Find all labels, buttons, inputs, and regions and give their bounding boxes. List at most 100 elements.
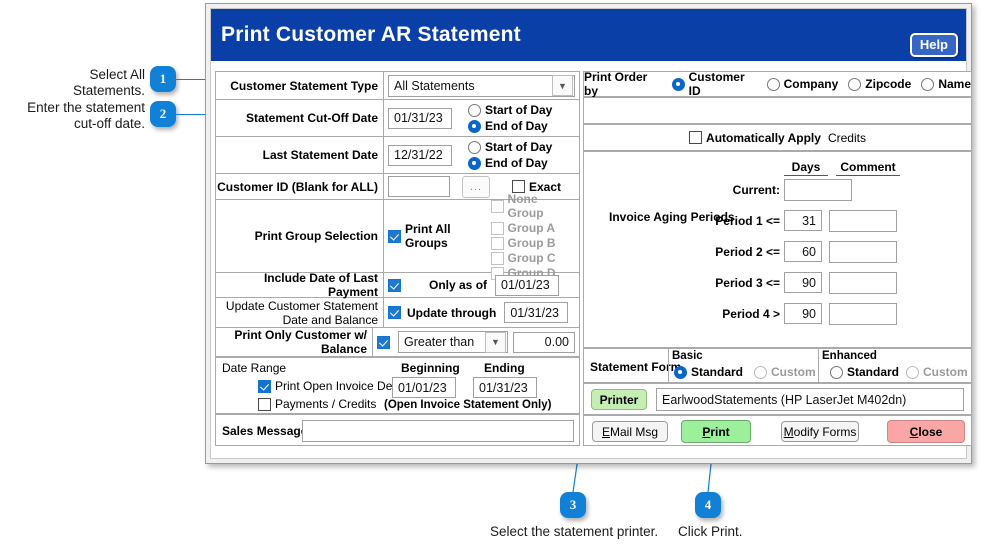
chevron-down-icon[interactable]: ▼ (552, 75, 573, 96)
balance-filter-checkbox[interactable] (377, 335, 390, 349)
basic-custom-radio[interactable]: Custom (754, 365, 816, 379)
basic-standard-radio[interactable]: Standard (674, 365, 743, 379)
annotation-1-badge: 1 (150, 66, 176, 92)
right-spacer-panel (583, 97, 972, 124)
annotation-3-badge: 3 (560, 492, 586, 518)
radio-selected-icon[interactable] (468, 156, 481, 170)
update-statement-checkbox[interactable] (388, 306, 401, 319)
sales-message-label: Sales Message (222, 424, 308, 438)
cutoff-start-of-day-radio[interactable]: Start of Day (468, 103, 552, 117)
close-button[interactable]: Close (887, 420, 965, 443)
last-end-of-day-radio[interactable]: End of Day (468, 156, 552, 170)
dialog-title: Print Customer AR Statement (221, 23, 521, 46)
checkbox-icon[interactable] (490, 236, 504, 250)
aging-days-input-2[interactable]: 60 (784, 241, 822, 262)
divider (668, 349, 669, 382)
print-order-option-customer-id[interactable]: Customer ID (671, 70, 757, 98)
email-msg-button[interactable]: EMail Msg (592, 421, 668, 442)
last-payment-checkbox[interactable] (388, 278, 401, 292)
aging-comment-combo-1[interactable] (829, 210, 897, 232)
basic-header: Basic (672, 350, 703, 362)
last-statement-date-input[interactable]: 12/31/22 (388, 144, 452, 166)
checkbox-icon[interactable] (490, 251, 504, 265)
aging-days-input-4[interactable]: 90 (784, 303, 822, 324)
only-as-of-label: Only as of (429, 278, 488, 292)
print-all-groups-checkbox[interactable]: Print All Groups (388, 222, 491, 250)
checkbox-checked-icon[interactable] (388, 229, 401, 243)
cutoff-date-input[interactable]: 01/31/23 (388, 107, 452, 129)
checkbox-checked-icon[interactable] (258, 379, 271, 393)
radio-icon[interactable] (754, 365, 767, 379)
date-range-beginning-input[interactable]: 01/01/23 (392, 377, 456, 398)
dialog-body: Customer Statement Type All Statements ▼… (215, 65, 972, 454)
annotation-2-text-line1: Enter the statement (27, 100, 145, 115)
left-form-panel: Customer Statement Type All Statements ▼… (215, 71, 580, 357)
radio-icon[interactable] (921, 77, 935, 91)
print-button[interactable]: Print (681, 420, 751, 443)
modify-forms-button[interactable]: Modify Forms (781, 421, 859, 442)
radio-selected-icon[interactable] (671, 77, 685, 91)
date-range-panel: Date Range Print Open Invoice Detail Pay… (215, 357, 580, 414)
update-statement-label-line1: Update Customer Statement (225, 298, 378, 313)
print-open-invoice-checkbox[interactable]: Print Open Invoice Detail (258, 379, 408, 393)
enhanced-standard-radio[interactable]: Standard (830, 365, 899, 379)
aging-comment-combo-0[interactable] (784, 179, 852, 201)
print-order-label: Print Order by (584, 70, 648, 98)
cutoff-end-of-day-radio[interactable]: End of Day (468, 119, 552, 133)
aging-days-input-1[interactable]: 31 (784, 210, 822, 231)
customer-id-input[interactable] (388, 176, 450, 197)
checkbox-icon[interactable] (689, 131, 703, 144)
payments-credits-label: Payments / Credits (275, 397, 377, 411)
print-order-panel: Print Order by Customer ID Company Zipco… (583, 70, 972, 98)
row-cutoff-date: Statement Cut-Off Date 01/31/23 Start of… (216, 100, 579, 137)
print-order-option-name[interactable]: Name (921, 77, 971, 91)
radio-icon[interactable] (766, 77, 780, 91)
invoice-aging-panel: Invoice Aging Periods Days Comment Curre… (583, 151, 972, 348)
group-item-3[interactable]: Group C (490, 251, 571, 265)
group-item-2[interactable]: Group B (490, 236, 571, 250)
radio-selected-icon[interactable] (674, 365, 687, 379)
aging-comment-combo-4[interactable] (829, 303, 897, 325)
radio-icon[interactable] (830, 365, 843, 379)
radio-icon[interactable] (848, 77, 862, 91)
aging-row-label-1: Period 1 <= (715, 214, 780, 228)
last-payment-date-input[interactable]: 01/01/23 (495, 274, 560, 296)
update-statement-label: Update Customer Statement Date and Balan… (216, 298, 384, 327)
statement-type-combo[interactable]: All Statements ▼ (388, 74, 575, 97)
sales-message-input[interactable] (302, 420, 574, 442)
checkbox-icon[interactable] (490, 221, 504, 235)
checkbox-icon[interactable] (490, 199, 504, 213)
group-item-0[interactable]: None Group (490, 192, 571, 220)
print-order-option-company[interactable]: Company (766, 77, 838, 91)
customer-id-browse-button[interactable]: ... (462, 175, 490, 198)
printer-button[interactable]: Printer (591, 389, 647, 410)
last-start-of-day-radio[interactable]: Start of Day (468, 140, 552, 154)
checkbox-icon[interactable] (258, 397, 271, 411)
balance-operator-combo[interactable]: Greater than ▼ (398, 331, 508, 353)
group-item-1[interactable]: Group A (490, 221, 571, 235)
help-button[interactable]: Help (909, 33, 958, 57)
radio-selected-icon[interactable] (468, 119, 481, 133)
balance-amount-input[interactable]: 0.00 (513, 331, 575, 353)
enhanced-custom-radio[interactable]: Custom (906, 365, 968, 379)
chevron-down-icon[interactable]: ▼ (485, 331, 506, 353)
aging-row-label-4: Period 4 > (722, 307, 780, 321)
group-label: Group C (507, 251, 556, 265)
enhanced-custom-label: Custom (923, 365, 968, 379)
beginning-header: Beginning (401, 361, 460, 375)
aging-comment-combo-2[interactable] (829, 241, 897, 263)
auto-apply-credits-checkbox[interactable]: Automatically Apply Credits (689, 131, 866, 145)
radio-icon[interactable] (468, 103, 481, 117)
print-order-label-2: Zipcode (865, 77, 912, 91)
printer-value-field[interactable]: EarlwoodStatements (HP LaserJet M402dn) (656, 388, 964, 411)
aging-comment-combo-3[interactable] (829, 272, 897, 294)
aging-days-input-3[interactable]: 90 (784, 272, 822, 293)
radio-icon[interactable] (906, 365, 919, 379)
print-order-option-zipcode[interactable]: Zipcode (848, 77, 911, 91)
enhanced-standard-label: Standard (847, 365, 900, 379)
payments-credits-checkbox[interactable]: Payments / Credits (258, 397, 376, 411)
radio-icon[interactable] (468, 140, 481, 154)
balance-operator-value: Greater than (404, 335, 475, 349)
date-range-ending-input[interactable]: 01/31/23 (473, 377, 537, 398)
update-through-date-input[interactable]: 01/31/23 (504, 302, 569, 323)
